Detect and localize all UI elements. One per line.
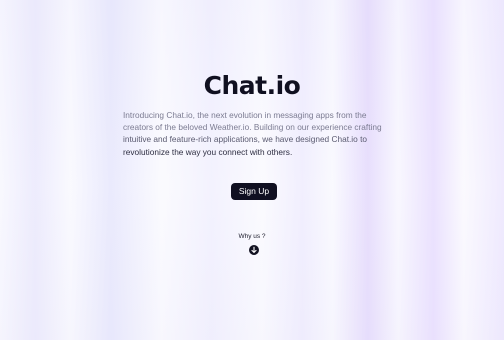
- hero-section: Chat.io Introducing Chat.io, the next ev…: [0, 0, 504, 340]
- intro-line: intuitive and feature-rich applications,…: [123, 134, 367, 145]
- intro-line: Introducing Chat.io, the next evolution …: [123, 110, 367, 120]
- intro-paragraph: Introducing Chat.io, the next evolution …: [123, 109, 393, 158]
- intro-line: creators of the beloved Weather.io. Buil…: [123, 122, 382, 133]
- intro-line: revolutionize the way you connect with o…: [123, 146, 293, 157]
- sign-up-button[interactable]: Sign Up: [231, 183, 277, 200]
- page-title: Chat.io: [203, 71, 301, 100]
- why-us-link[interactable]: Why us ?: [0, 232, 504, 241]
- arrow-down-circle-icon[interactable]: [249, 245, 259, 255]
